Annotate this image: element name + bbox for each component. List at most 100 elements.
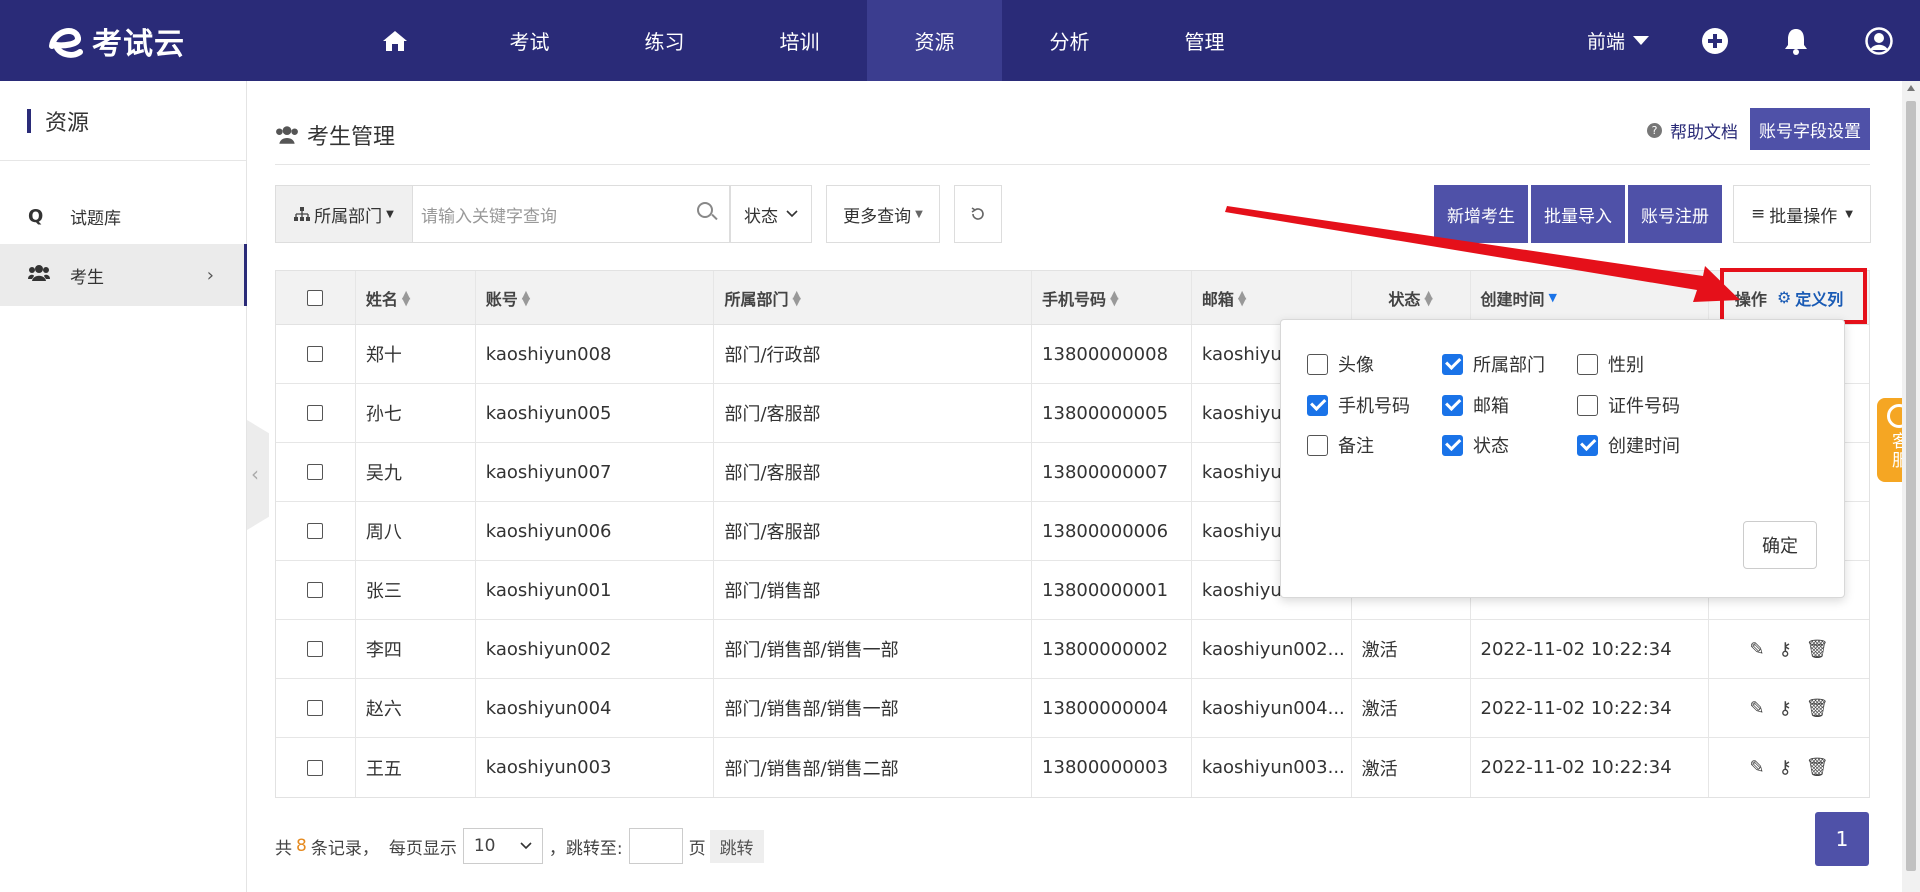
logo-e-icon <box>49 28 83 58</box>
trash-icon[interactable]: 🗑 <box>1806 757 1829 778</box>
column-option[interactable]: 邮箱 <box>1442 392 1509 418</box>
user-avatar-icon[interactable] <box>1865 27 1893 55</box>
bell-icon[interactable] <box>1782 27 1810 55</box>
sidebar-collapse-handle[interactable]: ‹ <box>247 420 269 530</box>
column-option[interactable]: 备注 <box>1307 432 1374 458</box>
nav-practice[interactable]: 练习 <box>597 0 732 81</box>
column-option-checkbox[interactable] <box>1442 353 1463 375</box>
pagination-bar: 共 8 条记录， 每页显示 10 ，跳转至: 页 跳转 <box>275 826 764 866</box>
row-checkbox[interactable] <box>307 464 324 480</box>
column-option[interactable]: 状态 <box>1442 432 1509 458</box>
search-placeholder: 请输入关键字查询 <box>421 206 557 227</box>
nav-manage[interactable]: 管理 <box>1137 0 1272 81</box>
scroll-thumb[interactable] <box>1906 101 1916 871</box>
cell-account: kaoshiyun007 <box>476 443 715 501</box>
column-option-checkbox[interactable] <box>1577 434 1598 456</box>
row-checkbox[interactable] <box>307 700 324 716</box>
nav-analysis[interactable]: 分析 <box>1002 0 1137 81</box>
column-option-checkbox[interactable] <box>1442 434 1463 456</box>
column-option[interactable]: 所属部门 <box>1442 351 1545 377</box>
cell-account: kaoshiyun002 <box>476 620 715 678</box>
cell-actions: ✎ ⚷ 🗑 <box>1709 738 1869 797</box>
key-icon[interactable]: ⚷ <box>1779 757 1792 778</box>
column-option[interactable]: 创建时间 <box>1577 432 1680 458</box>
column-option-checkbox[interactable] <box>1442 394 1463 416</box>
cell-email: kaoshiyun004... <box>1192 679 1352 737</box>
help-docs-label: 帮助文档 <box>1670 123 1738 143</box>
col-name[interactable]: 姓名 ▲ ▼ <box>356 271 476 324</box>
table-row[interactable]: 李四 kaoshiyun002 部门/销售部/销售一部 13800000002 kaos… <box>276 620 1869 679</box>
reset-button[interactable] <box>954 185 1002 243</box>
nav-training[interactable]: 培训 <box>732 0 867 81</box>
trash-icon[interactable]: 🗑 <box>1806 698 1829 719</box>
row-checkbox[interactable] <box>307 346 324 362</box>
column-option-checkbox[interactable] <box>1307 353 1328 375</box>
batch-operation-label: 批量操作 <box>1769 206 1838 227</box>
user-menu[interactable]: 前端 <box>1587 0 1650 81</box>
select-all-checkbox[interactable] <box>307 289 324 306</box>
row-checkbox[interactable] <box>307 759 324 776</box>
logo[interactable]: 考试云 <box>42 16 185 66</box>
chevron-down-icon <box>520 842 532 850</box>
edit-icon[interactable]: ✎ <box>1750 757 1765 778</box>
batch-operation-button[interactable]: ≡ 批量操作 ▼ <box>1733 185 1871 243</box>
search-icon[interactable] <box>697 202 713 218</box>
key-icon[interactable]: ⚷ <box>1779 698 1792 719</box>
column-option[interactable]: 证件号码 <box>1577 392 1680 418</box>
sidebar-item-examinees[interactable]: 考生 › <box>0 244 247 306</box>
select-all-cell <box>276 271 356 324</box>
column-option-label: 所属部门 <box>1473 355 1545 376</box>
col-dept[interactable]: 所属部门 ▲ ▼ <box>714 271 1033 324</box>
confirm-button[interactable]: 确定 <box>1743 521 1817 569</box>
add-circle-icon[interactable] <box>1701 27 1729 55</box>
table-row[interactable]: 王五 kaoshiyun003 部门/销售部/销售二部 13800000003 kaos… <box>276 738 1869 797</box>
sort-icon: ▲ ▼ <box>1110 287 1119 308</box>
column-option[interactable]: 性别 <box>1577 351 1644 377</box>
cell-account: kaoshiyun001 <box>476 561 715 619</box>
status-select[interactable]: 状态 <box>730 185 812 243</box>
chevron-left-icon: ‹ <box>251 462 259 486</box>
search-input[interactable]: 请输入关键字查询 <box>413 185 730 243</box>
per-page-select[interactable]: 10 <box>462 828 543 864</box>
total-suffix: 条记录， <box>310 838 379 859</box>
jump-page-input[interactable] <box>628 828 683 864</box>
column-option-checkbox[interactable] <box>1307 394 1328 416</box>
edit-icon[interactable]: ✎ <box>1750 698 1765 719</box>
column-option[interactable]: 手机号码 <box>1307 392 1410 418</box>
per-page-label: 每页显示 <box>388 838 457 859</box>
sidebar-item-question-bank[interactable]: Q 试题库 <box>0 185 247 247</box>
page-scrollbar[interactable] <box>1902 81 1920 892</box>
table-row[interactable]: 赵六 kaoshiyun004 部门/销售部/销售一部 13800000004 kaos… <box>276 679 1869 738</box>
row-checkbox[interactable] <box>307 405 324 421</box>
column-option-checkbox[interactable] <box>1307 434 1328 456</box>
col-dept-label: 所属部门 <box>724 289 789 309</box>
row-select-cell <box>276 325 356 383</box>
edit-icon[interactable]: ✎ <box>1750 639 1765 660</box>
row-checkbox[interactable] <box>307 641 324 657</box>
help-docs-link[interactable]: ? 帮助文档 <box>1647 118 1738 143</box>
dept-filter-button[interactable]: 所属部门 ▼ <box>275 185 413 243</box>
trash-icon[interactable]: 🗑 <box>1806 639 1829 660</box>
jump-button[interactable]: 跳转 <box>709 829 764 863</box>
page-1-button[interactable]: 1 <box>1815 812 1869 866</box>
nav-home[interactable] <box>327 0 462 81</box>
scroll-up-arrow[interactable] <box>1907 85 1915 91</box>
users-icon <box>276 126 298 144</box>
key-icon[interactable]: ⚷ <box>1779 639 1792 660</box>
column-option-checkbox[interactable] <box>1577 394 1598 416</box>
sort-icon: ▲ ▼ <box>401 287 411 308</box>
column-option-checkbox[interactable] <box>1577 353 1598 375</box>
col-account[interactable]: 账号 ▲ ▼ <box>476 271 715 324</box>
field-settings-button[interactable]: 账号字段设置 <box>1750 108 1870 150</box>
nav-exam[interactable]: 考试 <box>462 0 597 81</box>
cell-name: 赵六 <box>356 679 476 737</box>
nav-resources[interactable]: 资源 <box>867 0 1002 81</box>
more-query-button[interactable]: 更多查询 ▼ <box>826 185 940 243</box>
column-option[interactable]: 头像 <box>1307 351 1374 377</box>
cell-status: 激活 <box>1352 679 1471 737</box>
define-columns-popup: 确定 头像 所属部门 性别手机号码 邮箱 证件号码备注 状态 创建时间 <box>1280 319 1845 598</box>
row-checkbox[interactable] <box>307 582 324 598</box>
col-phone[interactable]: 手机号码 ▲ ▼ <box>1032 271 1192 324</box>
cell-name: 周八 <box>356 502 476 560</box>
row-checkbox[interactable] <box>307 523 324 539</box>
